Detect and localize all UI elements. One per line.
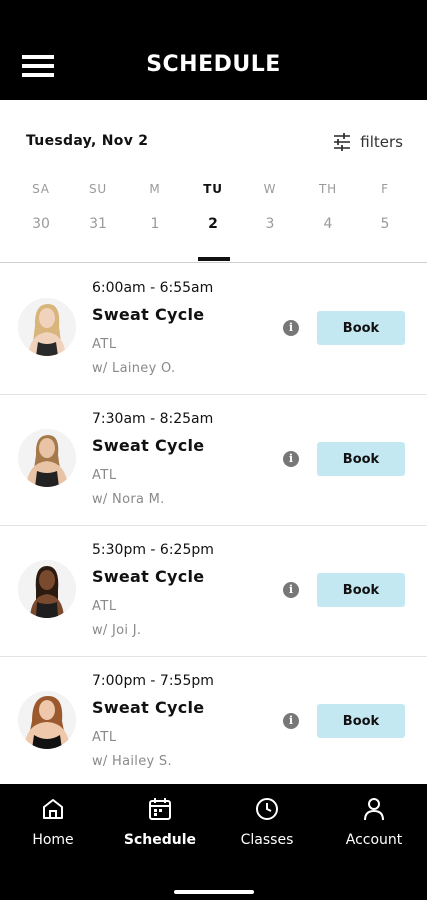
class-location: ATL bbox=[92, 337, 117, 352]
book-button[interactable]: Book bbox=[317, 704, 405, 738]
home-indicator bbox=[174, 890, 254, 894]
info-icon[interactable]: i bbox=[283, 582, 299, 598]
day-sa[interactable]: SA 30 bbox=[16, 182, 66, 232]
page-title: SCHEDULE bbox=[146, 52, 281, 77]
class-time: 5:30pm - 6:25pm bbox=[92, 542, 214, 558]
info-icon[interactable]: i bbox=[283, 713, 299, 729]
day-number: 2 bbox=[208, 216, 218, 232]
day-name: F bbox=[381, 182, 389, 196]
class-name: Sweat Cycle bbox=[92, 567, 205, 586]
class-row[interactable]: 5:30pm - 6:25pm Sweat Cycle ATL w/ Joi J… bbox=[0, 525, 427, 657]
day-th[interactable]: TH 4 bbox=[303, 182, 353, 232]
class-location: ATL bbox=[92, 468, 117, 483]
bottom-tab-bar: Home Schedule Classes Account bbox=[0, 784, 427, 900]
tab-label: Home bbox=[32, 832, 74, 848]
date-bar: Tuesday, Nov 2 filters bbox=[0, 130, 427, 154]
instructor-photo bbox=[18, 429, 76, 487]
tab-label: Account bbox=[345, 832, 403, 848]
class-location: ATL bbox=[92, 599, 117, 614]
day-tu[interactable]: TU 2 bbox=[188, 182, 238, 232]
class-row[interactable]: 7:00pm - 7:55pm Sweat Cycle ATL w/ Haile… bbox=[0, 656, 427, 784]
info-icon[interactable]: i bbox=[283, 451, 299, 467]
class-instructor: w/ Hailey S. bbox=[92, 754, 172, 769]
instructor-avatar bbox=[18, 429, 76, 487]
book-button[interactable]: Book bbox=[317, 442, 405, 476]
instructor-avatar bbox=[18, 691, 76, 749]
day-number: 1 bbox=[150, 216, 160, 232]
book-button[interactable]: Book bbox=[317, 573, 405, 607]
class-location: ATL bbox=[92, 730, 117, 745]
day-f[interactable]: F 5 bbox=[360, 182, 410, 232]
day-number: 5 bbox=[380, 216, 390, 232]
selected-day-indicator bbox=[198, 257, 230, 261]
filters-button[interactable]: filters bbox=[332, 132, 403, 152]
day-number: 31 bbox=[89, 216, 107, 232]
day-name: W bbox=[263, 182, 277, 196]
day-name: TH bbox=[319, 182, 337, 196]
instructor-avatar bbox=[18, 298, 76, 356]
class-instructor: w/ Lainey O. bbox=[92, 361, 176, 376]
day-name: SA bbox=[32, 182, 50, 196]
sliders-icon bbox=[334, 133, 351, 151]
tab-schedule[interactable]: Schedule bbox=[107, 796, 213, 848]
day-name: M bbox=[149, 182, 161, 196]
info-icon[interactable]: i bbox=[283, 320, 299, 336]
day-number: 4 bbox=[323, 216, 333, 232]
class-time: 6:00am - 6:55am bbox=[92, 280, 214, 296]
selected-date-label: Tuesday, Nov 2 bbox=[26, 133, 149, 149]
tab-classes[interactable]: Classes bbox=[214, 796, 320, 848]
day-name: TU bbox=[203, 182, 223, 196]
day-w[interactable]: W 3 bbox=[245, 182, 295, 232]
clock-icon bbox=[256, 798, 278, 820]
tab-label: Classes bbox=[240, 832, 294, 848]
class-time: 7:00pm - 7:55pm bbox=[92, 673, 214, 689]
day-name: SU bbox=[88, 182, 107, 196]
instructor-avatar bbox=[18, 560, 76, 618]
day-m[interactable]: M 1 bbox=[130, 182, 180, 232]
tab-home[interactable]: Home bbox=[0, 796, 106, 848]
class-name: Sweat Cycle bbox=[92, 698, 205, 717]
schedule-content: Tuesday, Nov 2 filters SA 30 SU 31 M 1 T… bbox=[0, 100, 427, 784]
class-instructor: w/ Nora M. bbox=[92, 492, 165, 507]
home-icon bbox=[43, 799, 63, 819]
instructor-photo bbox=[18, 560, 76, 618]
tab-account[interactable]: Account bbox=[321, 796, 427, 848]
class-name: Sweat Cycle bbox=[92, 436, 205, 455]
day-su[interactable]: SU 31 bbox=[73, 182, 123, 232]
day-number: 3 bbox=[265, 216, 275, 232]
instructor-photo bbox=[18, 691, 76, 749]
instructor-photo bbox=[18, 298, 76, 356]
class-row[interactable]: 7:30am - 8:25am Sweat Cycle ATL w/ Nora … bbox=[0, 394, 427, 526]
app-header: SCHEDULE bbox=[0, 0, 427, 100]
class-name: Sweat Cycle bbox=[92, 305, 205, 324]
week-selector: SA 30 SU 31 M 1 TU 2 W 3 TH 4 F 5 bbox=[0, 182, 427, 262]
tab-label: Schedule bbox=[123, 832, 197, 848]
book-button[interactable]: Book bbox=[317, 311, 405, 345]
user-icon bbox=[364, 798, 384, 821]
day-number: 30 bbox=[32, 216, 50, 232]
class-instructor: w/ Joi J. bbox=[92, 623, 142, 638]
class-row[interactable]: 6:00am - 6:55am Sweat Cycle ATL w/ Laine… bbox=[0, 263, 427, 395]
class-time: 7:30am - 8:25am bbox=[92, 411, 214, 427]
filters-label: filters bbox=[360, 133, 403, 151]
calendar-icon bbox=[149, 798, 171, 820]
